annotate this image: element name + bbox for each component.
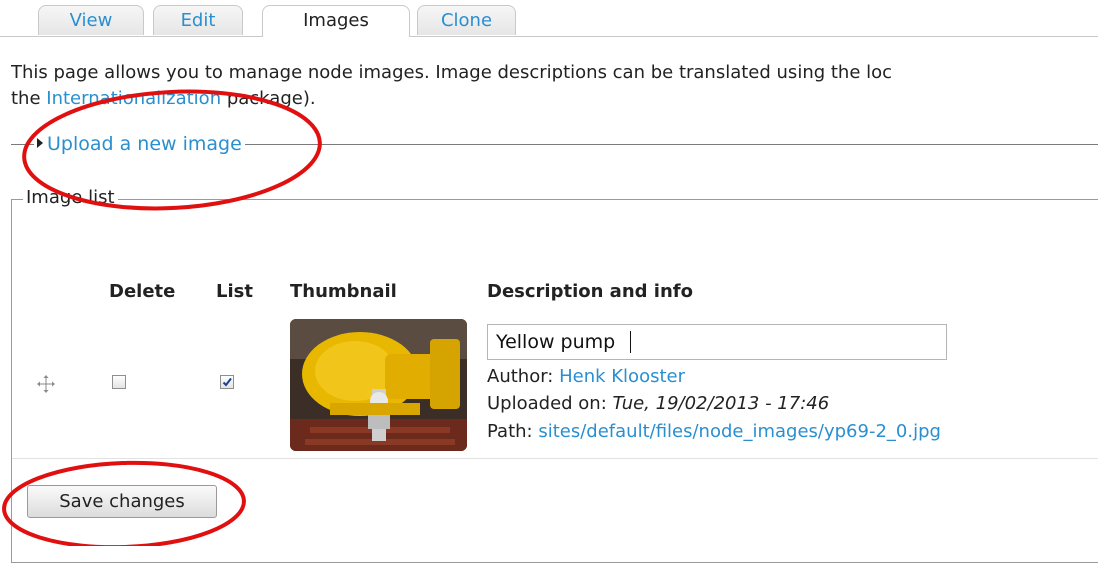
move-arrows-icon[interactable]	[36, 374, 56, 394]
intro-line-1: This page allows you to manage node imag…	[11, 62, 893, 83]
author-link[interactable]: Henk Klooster	[559, 366, 685, 387]
pump-thumbnail-image	[290, 319, 467, 451]
tab-bar: View Edit Images Clone	[0, 0, 1098, 37]
tab-edit[interactable]: Edit	[153, 5, 243, 35]
path-link[interactable]: sites/default/files/node_images/yp69-2_0…	[538, 421, 941, 442]
intro-line-2: the Internationalization package).	[11, 86, 1098, 112]
tab-view[interactable]: View	[38, 5, 144, 35]
column-header-list: List	[216, 281, 253, 302]
text-caret	[630, 331, 631, 353]
column-header-thumbnail: Thumbnail	[290, 281, 397, 302]
intro-text: This page allows you to manage node imag…	[11, 60, 1098, 112]
author-info: Author: Henk Klooster	[487, 365, 685, 389]
tab-clone[interactable]: Clone	[417, 5, 516, 35]
row-divider	[12, 458, 1098, 459]
intro-line-2-suffix: package).	[221, 88, 316, 109]
delete-checkbox[interactable]	[112, 375, 126, 389]
path-info: Path: sites/default/files/node_images/yp…	[487, 420, 941, 444]
uploaded-info: Uploaded on: Tue, 19/02/2013 - 17:46	[487, 392, 829, 416]
triangle-right-icon	[37, 138, 43, 148]
path-label: Path:	[487, 421, 533, 442]
uploaded-label: Uploaded on:	[487, 393, 607, 414]
intro-line-2-prefix: the	[11, 88, 47, 109]
upload-new-image-link[interactable]: Upload a new image	[47, 133, 242, 155]
column-header-delete: Delete	[109, 281, 176, 302]
save-changes-button[interactable]: Save changes	[27, 485, 217, 518]
uploaded-value: Tue, 19/02/2013 - 17:46	[612, 393, 830, 414]
list-checkbox[interactable]	[220, 375, 234, 389]
tab-images[interactable]: Images	[262, 5, 410, 37]
internationalization-link[interactable]: Internationalization	[46, 88, 221, 109]
column-header-description: Description and info	[487, 281, 693, 302]
upload-fieldset-legend[interactable]: Upload a new image	[34, 131, 245, 157]
description-input[interactable]	[487, 324, 947, 360]
author-label: Author:	[487, 366, 554, 387]
image-list-legend: Image list	[23, 185, 118, 211]
